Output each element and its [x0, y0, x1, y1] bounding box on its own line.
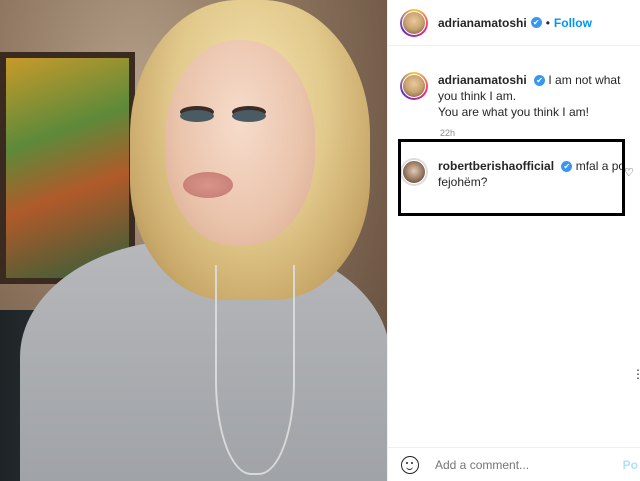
comment-input[interactable]	[433, 456, 607, 473]
caption: adrianamatoshi ✔ I am not what you think…	[400, 72, 628, 120]
follow-button[interactable]: Follow	[554, 16, 592, 30]
caption-line2: You are what you think I am!	[438, 105, 589, 119]
post-photo[interactable]	[0, 0, 387, 481]
caption-text: adrianamatoshi ✔ I am not what you think…	[438, 72, 628, 120]
verified-icon: ✔	[530, 17, 542, 28]
post-header: adrianamatoshi ✔ • Follow	[388, 0, 640, 46]
caption-avatar[interactable]	[400, 72, 428, 100]
caption-time[interactable]: 22h	[440, 128, 455, 138]
photo-painting	[0, 52, 135, 284]
more-options-icon[interactable]: ⋮	[632, 367, 640, 381]
photo-eye-left	[180, 110, 214, 122]
photo-necklace	[215, 265, 295, 475]
photo-lips	[183, 172, 233, 198]
post-button[interactable]: Po	[623, 458, 638, 472]
separator-dot: •	[545, 15, 550, 30]
caption-username[interactable]: adrianamatoshi	[438, 73, 527, 87]
comment-bar: Po	[387, 447, 640, 481]
post-sidebar: adrianamatoshi ✔ • Follow adrianamatoshi…	[387, 0, 640, 481]
header-avatar[interactable]	[400, 8, 428, 37]
header-username[interactable]: adrianamatoshi	[438, 16, 527, 30]
photo-face	[165, 40, 315, 245]
heart-icon[interactable]: ♡	[624, 166, 634, 179]
verified-icon: ✔	[534, 75, 546, 87]
emoji-icon[interactable]	[401, 455, 419, 474]
highlight-box	[398, 139, 625, 216]
photo-eye-right	[232, 110, 266, 122]
